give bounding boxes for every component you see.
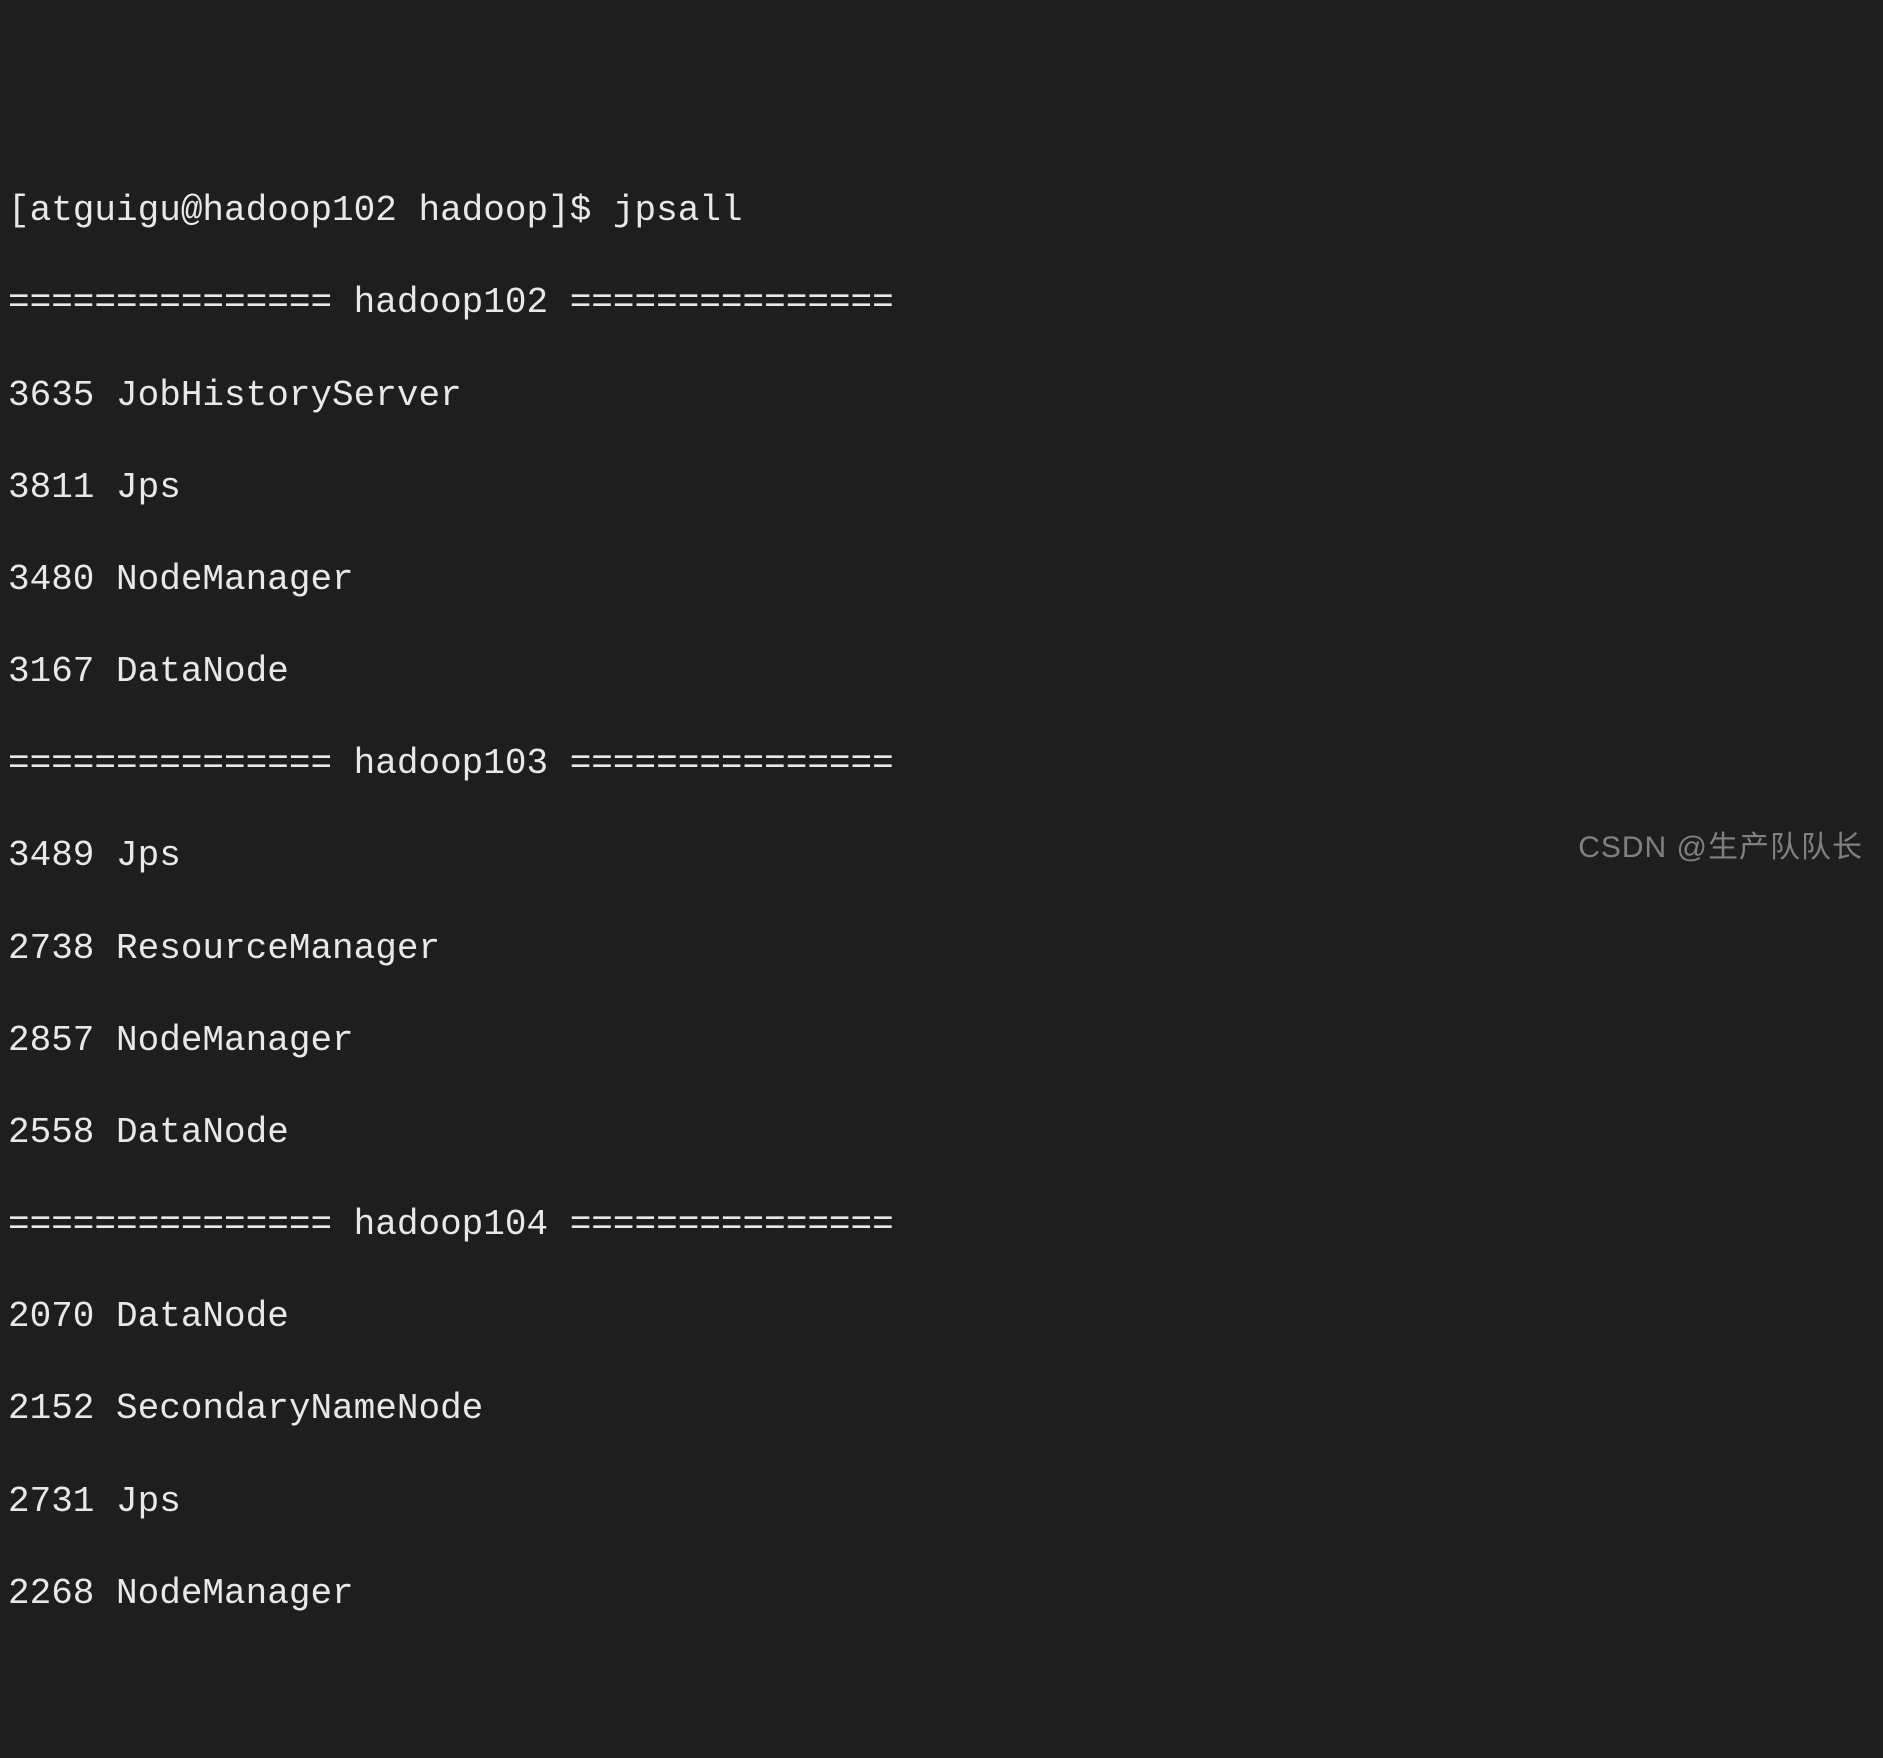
host-header: =============== hadoop104 ==============… <box>8 1202 1875 1248</box>
process-line: 2070 DataNode <box>8 1294 1875 1340</box>
host-header: =============== hadoop103 ==============… <box>8 741 1875 787</box>
process-line: 2152 SecondaryNameNode <box>8 1386 1875 1432</box>
watermark: CSDN @生产队队长 <box>1578 829 1863 867</box>
process-line: 2558 DataNode <box>8 1110 1875 1156</box>
prompt-line: [atguigu@hadoop102 hadoop]$ jpsall <box>8 188 1875 234</box>
process-line: 3811 Jps <box>8 465 1875 511</box>
process-line: 2731 Jps <box>8 1479 1875 1525</box>
process-line: 2268 NodeManager <box>8 1571 1875 1617</box>
process-line: 2738 ResourceManager <box>8 926 1875 972</box>
process-line: 2857 NodeManager <box>8 1018 1875 1064</box>
process-line: 3167 DataNode <box>8 649 1875 695</box>
process-line: 3635 JobHistoryServer <box>8 373 1875 419</box>
host-header: =============== hadoop102 ==============… <box>8 280 1875 326</box>
process-line: 3480 NodeManager <box>8 557 1875 603</box>
